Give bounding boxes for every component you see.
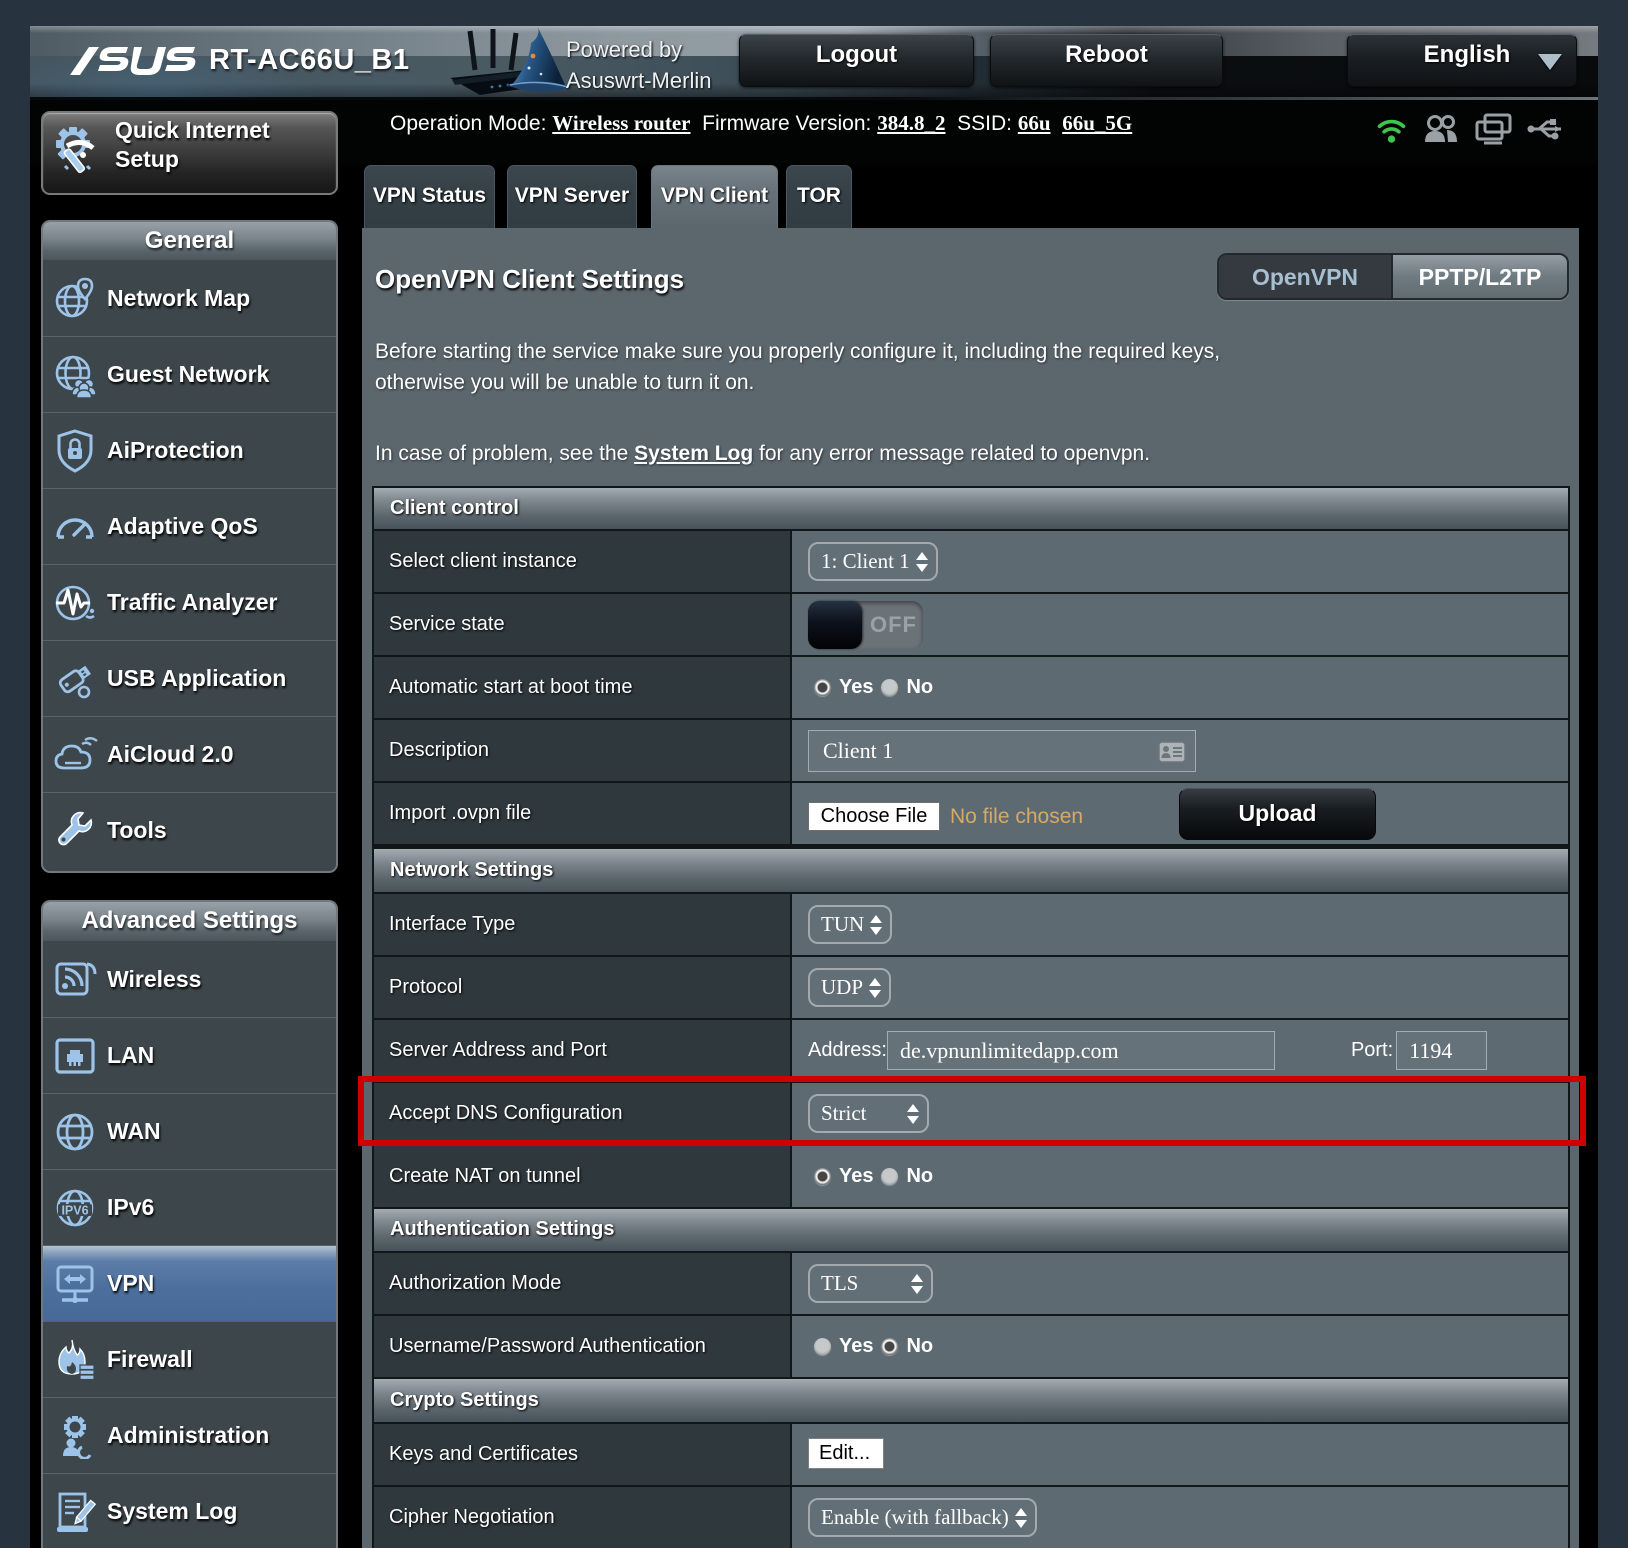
svg-text:IPV6: IPV6 — [61, 1203, 88, 1217]
